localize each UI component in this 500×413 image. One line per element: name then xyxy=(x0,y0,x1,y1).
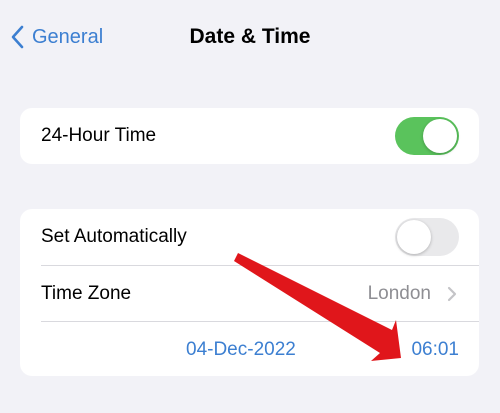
date-picker-button[interactable]: 04-Dec-2022 xyxy=(186,322,296,378)
page-title: Date & Time xyxy=(189,25,311,48)
time-zone-value: London xyxy=(367,283,431,304)
set-automatically-row: Set Automatically xyxy=(20,209,479,265)
date-time-row: 04-Dec-2022 06:01 xyxy=(20,322,479,378)
time-picker-button[interactable]: 06:01 xyxy=(411,322,459,378)
navigation-bar: General Date & Time xyxy=(0,0,500,72)
chevron-right-icon xyxy=(447,286,457,302)
hour24-toggle[interactable] xyxy=(395,117,459,155)
hour24-row: 24-Hour Time xyxy=(20,108,479,164)
toggle-knob xyxy=(423,119,457,153)
time-zone-label: Time Zone xyxy=(41,283,132,304)
hour-format-group: 24-Hour Time xyxy=(20,108,479,164)
toggle-knob xyxy=(397,220,431,254)
hour24-label: 24-Hour Time xyxy=(41,125,157,146)
set-automatically-toggle[interactable] xyxy=(395,218,459,256)
set-automatically-label: Set Automatically xyxy=(41,226,187,247)
date-time-group: Set Automatically Time Zone London 04-De… xyxy=(20,209,479,376)
time-zone-row[interactable]: Time Zone London xyxy=(20,266,479,322)
